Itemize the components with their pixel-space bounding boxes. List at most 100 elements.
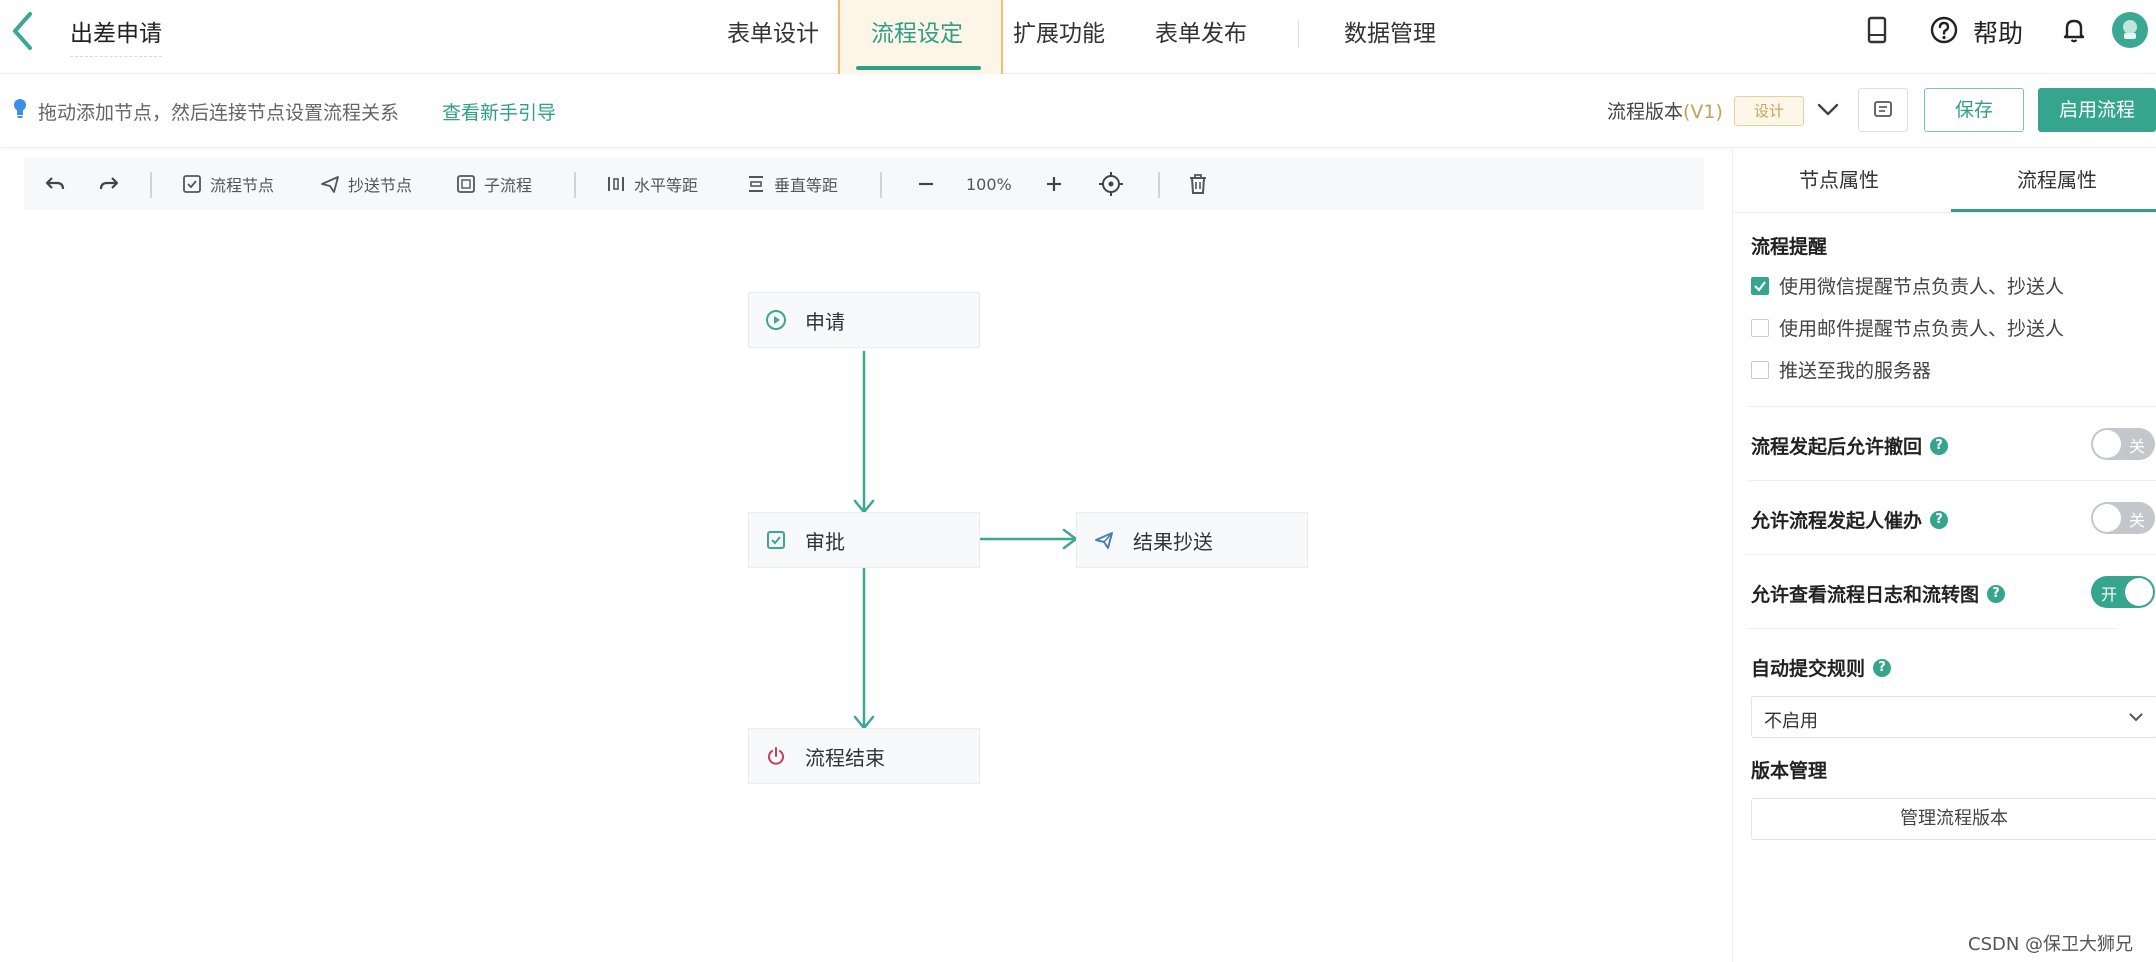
switch-state: 关 — [2128, 437, 2145, 456]
horizontal-spacing-icon — [608, 177, 624, 191]
checkbox-label: 使用微信提醒节点负责人、抄送人 — [1779, 276, 2065, 298]
email-reminder-checkbox[interactable]: 使用邮件提醒节点负责人、抄送人 — [1751, 314, 2064, 341]
nav-tab-form-publish[interactable]: 表单发布 — [1155, 14, 1247, 48]
chevron-down-icon — [2126, 707, 2146, 731]
locate-center-icon[interactable] — [1098, 158, 1124, 210]
zoom-level: 100% — [966, 174, 1012, 194]
toolbar-label: 抄送节点 — [348, 176, 413, 195]
node-label: 申请 — [805, 309, 845, 334]
power-icon — [768, 747, 784, 765]
watermark: CSDN @保卫大狮兄 — [1968, 934, 2134, 955]
undo-icon[interactable] — [44, 158, 66, 210]
checkbox-empty-icon — [1751, 360, 1769, 379]
mobile-preview-icon[interactable] — [1866, 16, 1888, 48]
panel-tabs-divider — [1733, 212, 2156, 213]
nav-tab-form-design[interactable]: 表单设计 — [727, 14, 819, 48]
section-divider — [1747, 628, 2117, 629]
node-apply[interactable]: 申请 — [748, 292, 980, 348]
question-mark-icon[interactable]: ? — [1930, 436, 1949, 455]
checkbox-checked-icon — [1751, 276, 1769, 295]
help-icon[interactable] — [1930, 16, 1958, 48]
toolbar-label: 垂直等距 — [774, 176, 839, 195]
chevron-down-icon[interactable] — [1816, 100, 1840, 120]
add-subflow-button[interactable]: 子流程 — [456, 158, 532, 210]
arrowhead-approve — [853, 499, 875, 514]
question-mark-icon[interactable]: ? — [1930, 510, 1949, 529]
design-status-badge: 设计 — [1734, 96, 1804, 126]
bell-icon[interactable] — [2062, 16, 2086, 48]
checkbox-empty-icon — [1751, 318, 1769, 337]
node-approve[interactable]: 审批 — [748, 512, 980, 568]
switch-state: 关 — [2128, 511, 2145, 530]
toggle-label: 允许查看流程日志和流转图 ? — [1751, 580, 2006, 607]
question-mark-icon[interactable]: ? — [1987, 584, 2006, 603]
trash-icon[interactable] — [1188, 158, 1208, 210]
allow-urge-switch[interactable]: 关 — [2091, 502, 2155, 534]
version-label: 流程版本(V1) — [1607, 97, 1723, 124]
nav-tab-data-management[interactable]: 数据管理 — [1344, 14, 1436, 48]
toggle-label-text: 允许查看流程日志和流转图 — [1751, 584, 1980, 606]
auto-submit-title-text: 自动提交规则 — [1751, 658, 1866, 680]
arrowhead-cc — [1062, 528, 1079, 550]
subflow-icon — [457, 175, 475, 193]
horizontal-spacing-button[interactable]: 水平等距 — [606, 158, 698, 210]
toolbar-separator — [880, 172, 882, 198]
section-divider — [1747, 480, 2156, 481]
node-label: 结果抄送 — [1133, 529, 1213, 554]
question-mark-icon[interactable]: ? — [1873, 658, 1892, 677]
checkbox-label: 使用邮件提醒节点负责人、抄送人 — [1779, 318, 2065, 340]
node-label: 审批 — [805, 529, 845, 554]
flow-node-icon — [183, 175, 201, 193]
tab-flow-properties[interactable]: 流程属性 — [1951, 148, 2156, 212]
paper-plane-icon — [321, 176, 339, 193]
enable-flow-button[interactable]: 启用流程 — [2038, 88, 2156, 132]
node-label: 流程结束 — [805, 745, 885, 770]
manage-versions-button[interactable]: 管理流程版本 — [1751, 798, 2156, 840]
vertical-spacing-icon — [749, 176, 763, 192]
zoom-out-icon[interactable] — [916, 158, 936, 210]
add-cc-node-button[interactable]: 抄送节点 — [320, 158, 412, 210]
toggle-label: 流程发起后允许撤回 ? — [1751, 432, 1949, 459]
hint-text: 拖动添加节点，然后连接节点设置流程关系 — [38, 102, 400, 124]
checkbox-label: 推送至我的服务器 — [1779, 360, 1932, 382]
nav-divider — [1298, 20, 1299, 48]
flow-canvas[interactable]: 申请 审批 结果抄送 流程结束 — [0, 148, 1730, 962]
save-button[interactable]: 保存 — [1924, 88, 2024, 132]
toggle-label-text: 允许流程发起人催办 — [1751, 510, 1923, 532]
zoom-in-icon[interactable] — [1044, 158, 1064, 210]
play-circle-icon — [766, 310, 786, 330]
hint-bar: 拖动添加节点，然后连接节点设置流程关系 查看新手引导 流程版本(V1) 设计 保… — [0, 74, 2156, 148]
auto-submit-select[interactable]: 不启用 — [1751, 696, 2156, 738]
toggle-label: 允许流程发起人催办 ? — [1751, 506, 1949, 533]
add-flow-node-button[interactable]: 流程节点 — [182, 158, 274, 210]
properties-panel: 节点属性 流程属性 流程提醒 使用微信提醒节点负责人、抄送人 使用邮件提醒节点负… — [1732, 148, 2156, 962]
wechat-reminder-checkbox[interactable]: 使用微信提醒节点负责人、抄送人 — [1751, 272, 2064, 299]
toggle-row-allow-urge: 允许流程发起人催办 ? 关 — [1751, 498, 2155, 538]
toolbar-label: 子流程 — [484, 176, 533, 195]
toggle-label-text: 流程发起后允许撤回 — [1751, 436, 1923, 458]
auto-submit-title-row: 自动提交规则 ? — [1751, 646, 2151, 686]
toolbar-label: 流程节点 — [210, 176, 275, 195]
vertical-spacing-button[interactable]: 垂直等距 — [746, 158, 838, 210]
auto-submit-value: 不启用 — [1764, 711, 1818, 732]
allow-withdraw-switch[interactable]: 关 — [2091, 428, 2155, 460]
nav-tab-flow-settings[interactable]: 流程设定 — [871, 14, 963, 48]
redo-icon[interactable] — [98, 158, 120, 210]
toggle-row-view-log: 允许查看流程日志和流转图 ? 开 — [1751, 572, 2155, 612]
back-arrow-icon[interactable] — [6, 8, 40, 54]
toolbar-label: 水平等距 — [634, 176, 699, 195]
user-avatar[interactable] — [2112, 12, 2148, 48]
node-flow-end[interactable]: 流程结束 — [748, 728, 980, 784]
nav-tab-extensions[interactable]: 扩展功能 — [1013, 14, 1105, 48]
section-divider — [1747, 406, 2156, 407]
comment-button[interactable] — [1858, 88, 1908, 132]
tab-node-properties[interactable]: 节点属性 — [1733, 148, 1945, 212]
node-cc-result[interactable]: 结果抄送 — [1076, 512, 1308, 568]
canvas-toolbar: 流程节点 抄送节点 子流程 水平等距 垂直等距 100% — [24, 158, 1704, 210]
view-log-switch[interactable]: 开 — [2091, 576, 2155, 608]
switch-knob — [2125, 578, 2153, 606]
guide-link[interactable]: 查看新手引导 — [442, 98, 556, 125]
help-label[interactable]: 帮助 — [1973, 14, 2023, 50]
reminder-section-title: 流程提醒 — [1751, 236, 1828, 258]
push-server-checkbox[interactable]: 推送至我的服务器 — [1751, 356, 1931, 383]
